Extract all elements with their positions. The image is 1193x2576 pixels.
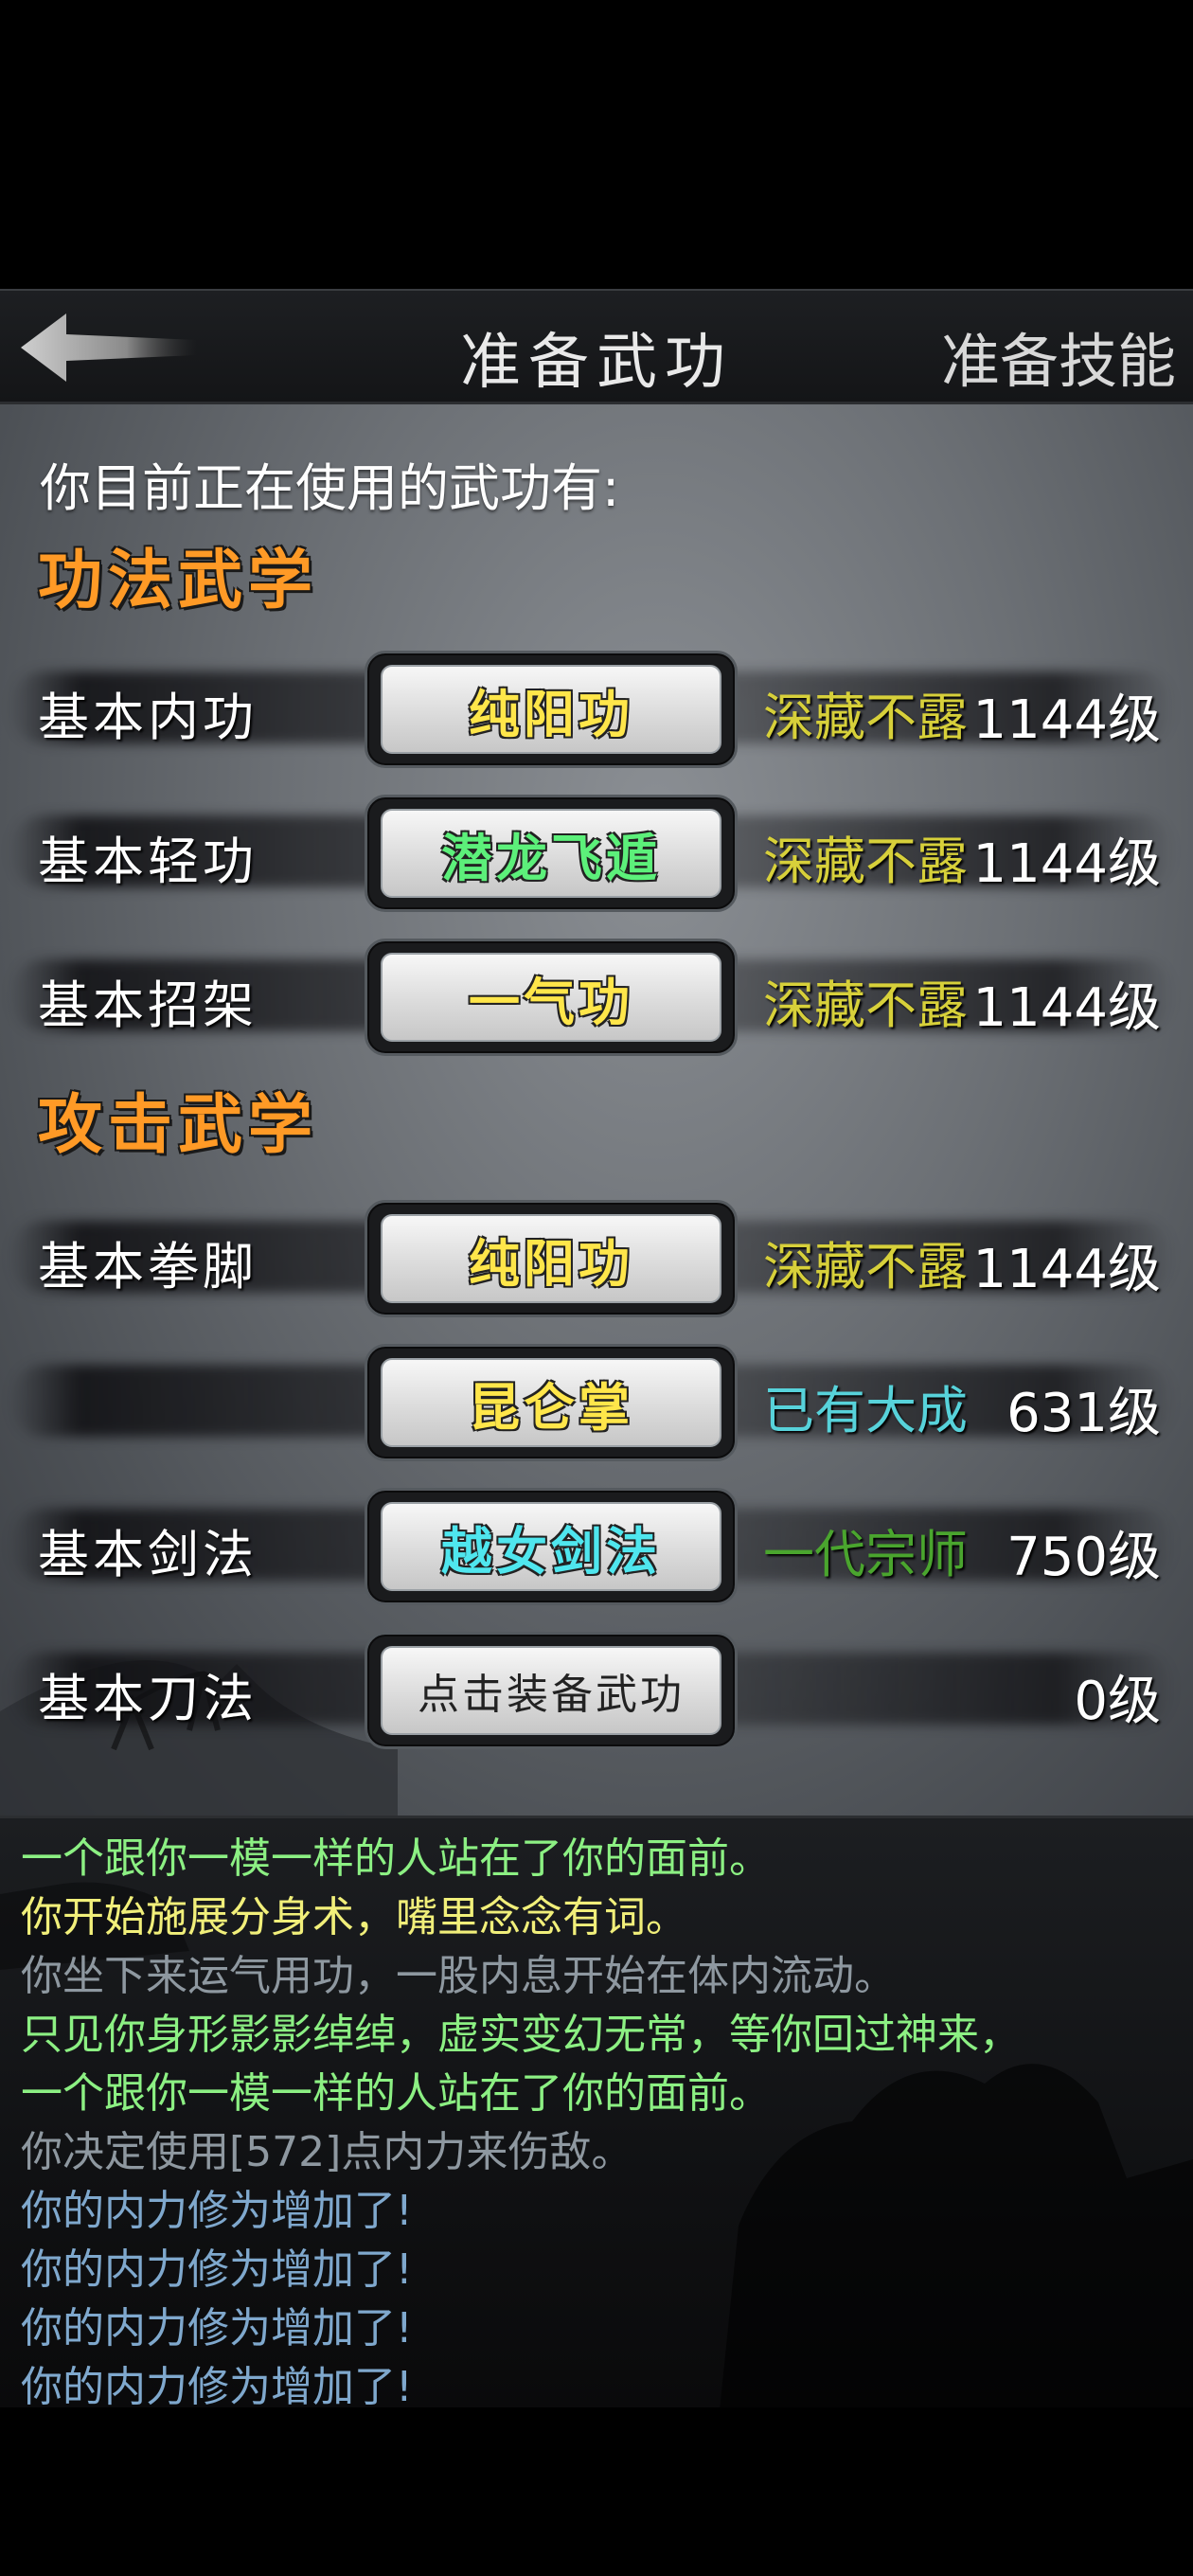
skill-rank: 已有大成 [763,1381,968,1440]
log-line: 你的内力修为增加了! [21,2363,413,2407]
skill-name: 纯阳功 [381,665,721,754]
skill-row-blade: 基本刀法 点击装备武功 0级 [0,1632,1193,1749]
log-line: 你决定使用[572]点内力来伤敌。 [21,2128,633,2176]
category-label: 基本轻功 [38,832,258,891]
skill-row-palm: 昆仑掌 已有大成 631级 [0,1344,1193,1461]
log-lines: 一个跟你一模一样的人站在了你的面前。 你开始施展分身术，嘴里念念有词。 你坐下来… [21,1830,1021,2407]
skill-slot-button[interactable]: 一气功 [365,939,738,1056]
skill-row-movement: 基本轻功 潜龙飞遁 深藏不露 1144级 [0,795,1193,912]
skill-rank: 深藏不露 [763,832,968,891]
skill-slot-button[interactable]: 纯阳功 [365,1200,738,1317]
log-line: 只见你身形影影绰绰，虚实变幻无常，等你回过神来， [21,2011,1021,2059]
skill-rank: 深藏不露 [763,688,968,747]
skill-row-parry: 基本招架 一气功 深藏不露 1144级 [0,939,1193,1056]
section-title-attack: 攻击武学 [38,1087,319,1163]
skill-slot-button[interactable]: 越女剑法 [365,1488,738,1605]
skill-level: 750级 [1006,1527,1161,1588]
skill-name: 越女剑法 [381,1502,721,1591]
section-title-internal: 功法武学 [38,543,319,618]
category-label: 基本刀法 [38,1669,258,1728]
prepare-skills-button[interactable]: 准备技能 [941,313,1176,399]
skill-name: 昆仑掌 [381,1358,721,1447]
skill-name: 一气功 [381,953,721,1042]
equip-skill-button[interactable]: 点击装备武功 [365,1632,738,1749]
equipped-skills-panel: 你目前正在使用的武功有: 功法武学 基本内功 纯阳功 深藏不露 1144级 基本… [0,404,1193,1816]
log-line: 你坐下来运气用功，一股内息开始在体内流动。 [21,1952,896,2000]
skill-level: 631级 [1006,1383,1161,1444]
skill-slot-button[interactable]: 纯阳功 [365,651,738,768]
skill-level: 1144级 [972,833,1161,895]
category-label: 基本招架 [38,975,258,1035]
skill-level: 1144级 [972,1239,1161,1300]
log-line: 你的内力修为增加了! [21,2245,413,2294]
skill-level: 0级 [1074,1671,1161,1732]
skill-rank: 深藏不露 [763,1237,968,1297]
category-label: 基本剑法 [38,1525,258,1584]
category-label: 基本拳脚 [38,1237,258,1297]
skill-name: 纯阳功 [381,1214,721,1303]
intro-text: 你目前正在使用的武功有: [40,458,620,518]
skill-row-sword: 基本剑法 越女剑法 一代宗师 750级 [0,1488,1193,1605]
log-line: 一个跟你一模一样的人站在了你的面前。 [21,1834,771,1883]
skill-slot-button[interactable]: 昆仑掌 [365,1344,738,1461]
top-bar: 准备武功 准备技能 [0,289,1193,404]
message-log[interactable]: 一个跟你一模一样的人站在了你的面前。 你开始施展分身术，嘴里念念有词。 你坐下来… [0,1816,1193,2407]
skill-rank: 一代宗师 [763,1525,968,1584]
log-line: 你的内力修为增加了! [21,2304,413,2352]
skill-rank: 深藏不露 [763,975,968,1035]
log-line: 你开始施展分身术，嘴里念念有词。 [21,1893,687,1941]
skill-name: 潜龙飞遁 [381,809,721,898]
skill-level: 1144级 [972,977,1161,1039]
skill-row-internal: 基本内功 纯阳功 深藏不露 1144级 [0,651,1193,768]
category-label: 基本内功 [38,688,258,747]
log-line: 你的内力修为增加了! [21,2187,413,2235]
log-line: 一个跟你一模一样的人站在了你的面前。 [21,2069,771,2118]
skill-name: 点击装备武功 [381,1646,721,1735]
skill-level: 1144级 [972,689,1161,751]
skill-slot-button[interactable]: 潜龙飞遁 [365,795,738,912]
skill-row-fist: 基本拳脚 纯阳功 深藏不露 1144级 [0,1200,1193,1317]
